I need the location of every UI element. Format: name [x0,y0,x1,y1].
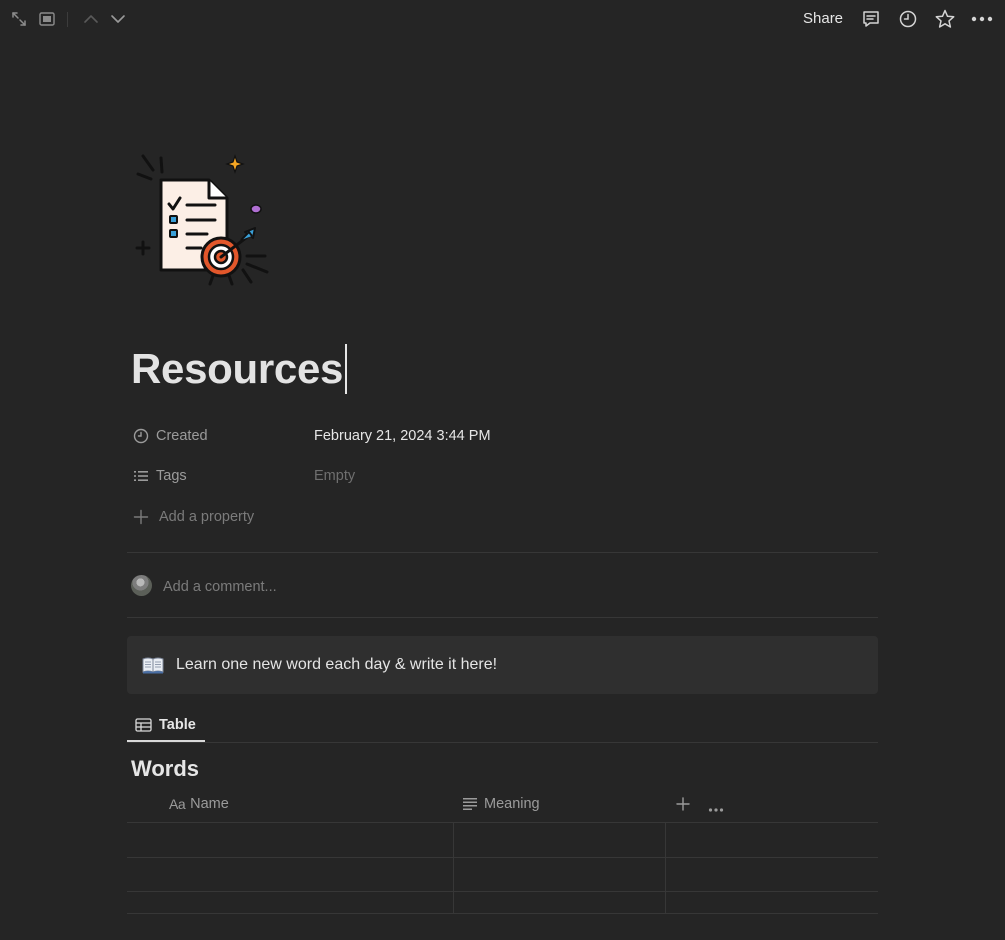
divider [127,742,878,743]
add-property-label: Add a property [159,509,255,525]
add-property-button[interactable]: Add a property [133,506,254,528]
list-icon [133,468,149,484]
property-name-tags: Tags [156,468,187,484]
column-divider [665,822,666,914]
tab-table[interactable]: Table [127,710,205,742]
property-tags[interactable]: Tags [133,465,187,487]
share-button[interactable]: Share [803,10,843,28]
history-clock-icon[interactable] [897,8,919,30]
table-row[interactable] [127,891,878,892]
sidebar-peek-icon[interactable] [36,8,58,30]
open-book-icon[interactable] [141,653,165,677]
column-divider [453,822,454,914]
property-value-created[interactable]: February 21, 2024 3:44 PM [314,425,491,447]
property-created[interactable]: Created [133,425,208,447]
table-icon [135,717,153,733]
chevron-down-icon[interactable] [107,8,129,30]
page-title-text[interactable]: Resources [131,342,343,396]
column-header-name[interactable]: Aa Name [169,793,229,815]
property-name-created: Created [156,428,208,444]
table-row[interactable] [127,857,878,858]
avatar [131,575,152,596]
text-type-icon: Aa [169,796,186,812]
plus-icon [133,509,149,525]
text-lines-icon [462,797,478,811]
column-header-meaning-label: Meaning [484,796,540,812]
text-cursor [345,344,348,394]
topbar-divider [67,12,68,27]
property-value-tags[interactable]: Empty [314,465,355,487]
chevron-up-icon[interactable] [80,8,102,30]
divider [127,617,878,618]
database-title[interactable]: Words [131,755,199,783]
page-title[interactable]: Resources [131,342,348,396]
table-row[interactable] [127,913,878,914]
add-column-button[interactable] [675,796,691,812]
column-header-name-label: Name [190,796,229,812]
star-icon[interactable] [934,8,956,30]
clock-icon [133,428,149,444]
callout-block[interactable]: Learn one new word each day & write it h… [127,636,878,694]
table-header-border [127,822,878,823]
expand-icon[interactable] [8,8,30,30]
plus-icon [676,797,690,811]
comment-icon[interactable] [860,8,882,30]
callout-text[interactable]: Learn one new word each day & write it h… [176,656,497,674]
checklist-target-illustration[interactable] [135,152,275,290]
column-header-meaning[interactable]: Meaning [462,793,540,815]
divider [127,552,878,553]
more-dots-icon[interactable] [971,8,993,30]
tab-table-label: Table [159,717,196,733]
more-options-icon[interactable] [708,800,726,812]
comment-input[interactable]: Add a comment... [163,577,277,597]
